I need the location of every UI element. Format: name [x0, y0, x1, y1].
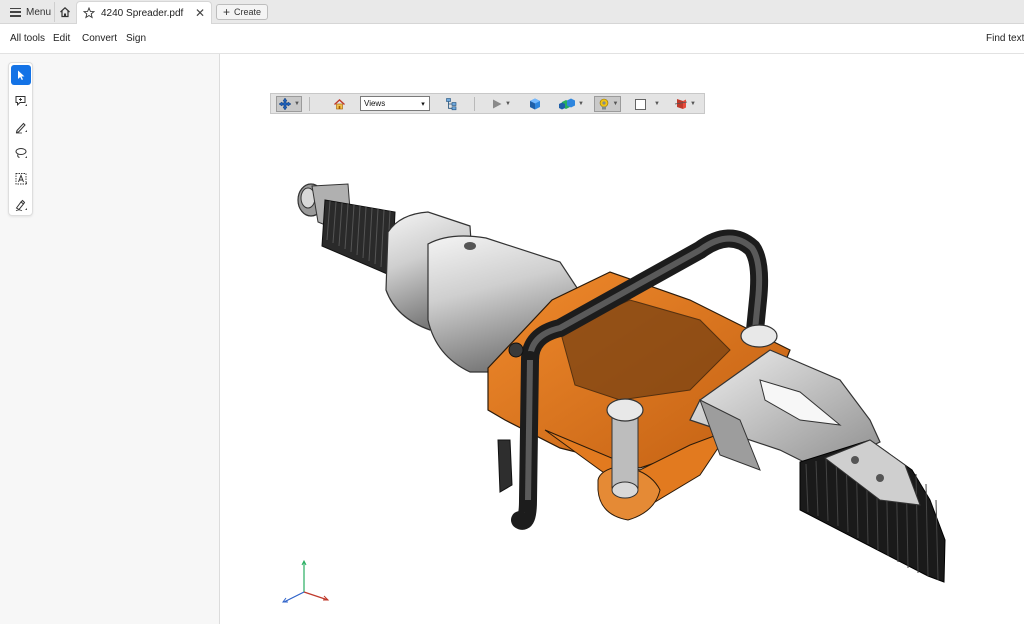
find-text-button[interactable]: Find text o — [986, 33, 1024, 44]
background-color-icon — [635, 98, 646, 110]
menu-item-convert[interactable]: Convert — [82, 33, 117, 44]
rotate-icon — [278, 97, 292, 111]
rotate-tool-button[interactable]: ▼ — [276, 96, 302, 112]
chevron-down-icon: ▼ — [654, 101, 660, 107]
menu-item-sign[interactable]: Sign — [126, 33, 146, 44]
document-tab[interactable]: 4240 Spreader.pdf ✕ — [76, 1, 212, 24]
camera-icon — [599, 98, 608, 110]
home-view-button[interactable] — [331, 96, 347, 112]
lasso-icon — [15, 148, 27, 158]
close-icon[interactable]: ✕ — [195, 6, 205, 20]
create-button[interactable]: + Create — [216, 4, 269, 20]
spreader-3d-model[interactable] — [278, 176, 950, 586]
tab-bar: Menu 4240 Spreader.pdf ✕ + Create — [0, 0, 1024, 24]
menu-label: Menu — [26, 6, 52, 18]
tool-draw[interactable] — [11, 117, 31, 137]
ribbed-grip — [321, 199, 396, 277]
tool-signature[interactable] — [11, 195, 31, 215]
chevron-down-icon: ▼ — [505, 101, 511, 107]
hamburger-icon — [10, 7, 21, 17]
home-icon — [59, 6, 70, 18]
plus-icon: + — [223, 5, 231, 19]
menu-bar: All tools Edit Convert Sign Find text o — [0, 24, 1024, 54]
menu-item-all-tools[interactable]: All tools — [10, 33, 45, 44]
chevron-down-icon: ▾ — [421, 100, 425, 108]
axis-triad — [282, 559, 330, 603]
tool-select[interactable] — [11, 65, 31, 85]
z-axis-line — [283, 591, 305, 603]
chevron-down-icon: ▼ — [578, 101, 584, 107]
tool-text-select[interactable] — [11, 169, 31, 189]
chevron-down-icon: ▼ — [612, 101, 619, 107]
chevron-down-icon: ▼ — [690, 101, 696, 107]
home-button[interactable] — [54, 2, 74, 22]
play-animation-button[interactable]: ▼ — [489, 96, 513, 112]
3d-toolbar: ▼ Views ▾ ▼ ▼ ▼ ▼ ▼ — [270, 93, 705, 114]
tab-title: 4240 Spreader.pdf — [101, 7, 184, 19]
model-tree-icon — [446, 98, 457, 111]
play-animation-icon — [493, 99, 502, 109]
camera-button[interactable]: ▼ — [594, 96, 621, 112]
tool-lasso[interactable] — [11, 143, 31, 163]
tool-comment[interactable] — [11, 91, 31, 111]
cross-section-icon — [674, 99, 688, 109]
tool-rail — [8, 62, 33, 216]
views-dropdown[interactable]: Views ▾ — [360, 96, 430, 111]
add-comment-icon — [15, 96, 27, 106]
home-view-icon — [333, 98, 345, 109]
chevron-down-icon: ▼ — [294, 101, 300, 107]
toolbar-divider — [309, 97, 310, 111]
toolbar-divider — [474, 97, 475, 111]
menu-button[interactable]: Menu — [6, 3, 55, 21]
text-select-icon — [15, 173, 27, 185]
left-panel — [0, 54, 220, 624]
select-cursor-icon — [18, 70, 25, 80]
draw-pen-icon — [15, 122, 27, 134]
render-mode-button[interactable] — [527, 96, 543, 112]
create-label: Create — [234, 7, 262, 17]
star-icon[interactable] — [83, 7, 95, 19]
serrated-tip — [799, 439, 946, 583]
signature-icon — [15, 199, 27, 212]
cross-section-button[interactable]: ▼ — [671, 96, 699, 112]
background-color-button[interactable]: ▼ — [633, 96, 661, 112]
views-label: Views — [364, 99, 386, 108]
model-tree-button[interactable] — [443, 96, 461, 112]
lighting-icon — [559, 98, 576, 110]
menu-item-edit[interactable]: Edit — [53, 33, 70, 44]
lighting-button[interactable]: ▼ — [557, 96, 585, 112]
render-mode-icon — [530, 98, 540, 110]
